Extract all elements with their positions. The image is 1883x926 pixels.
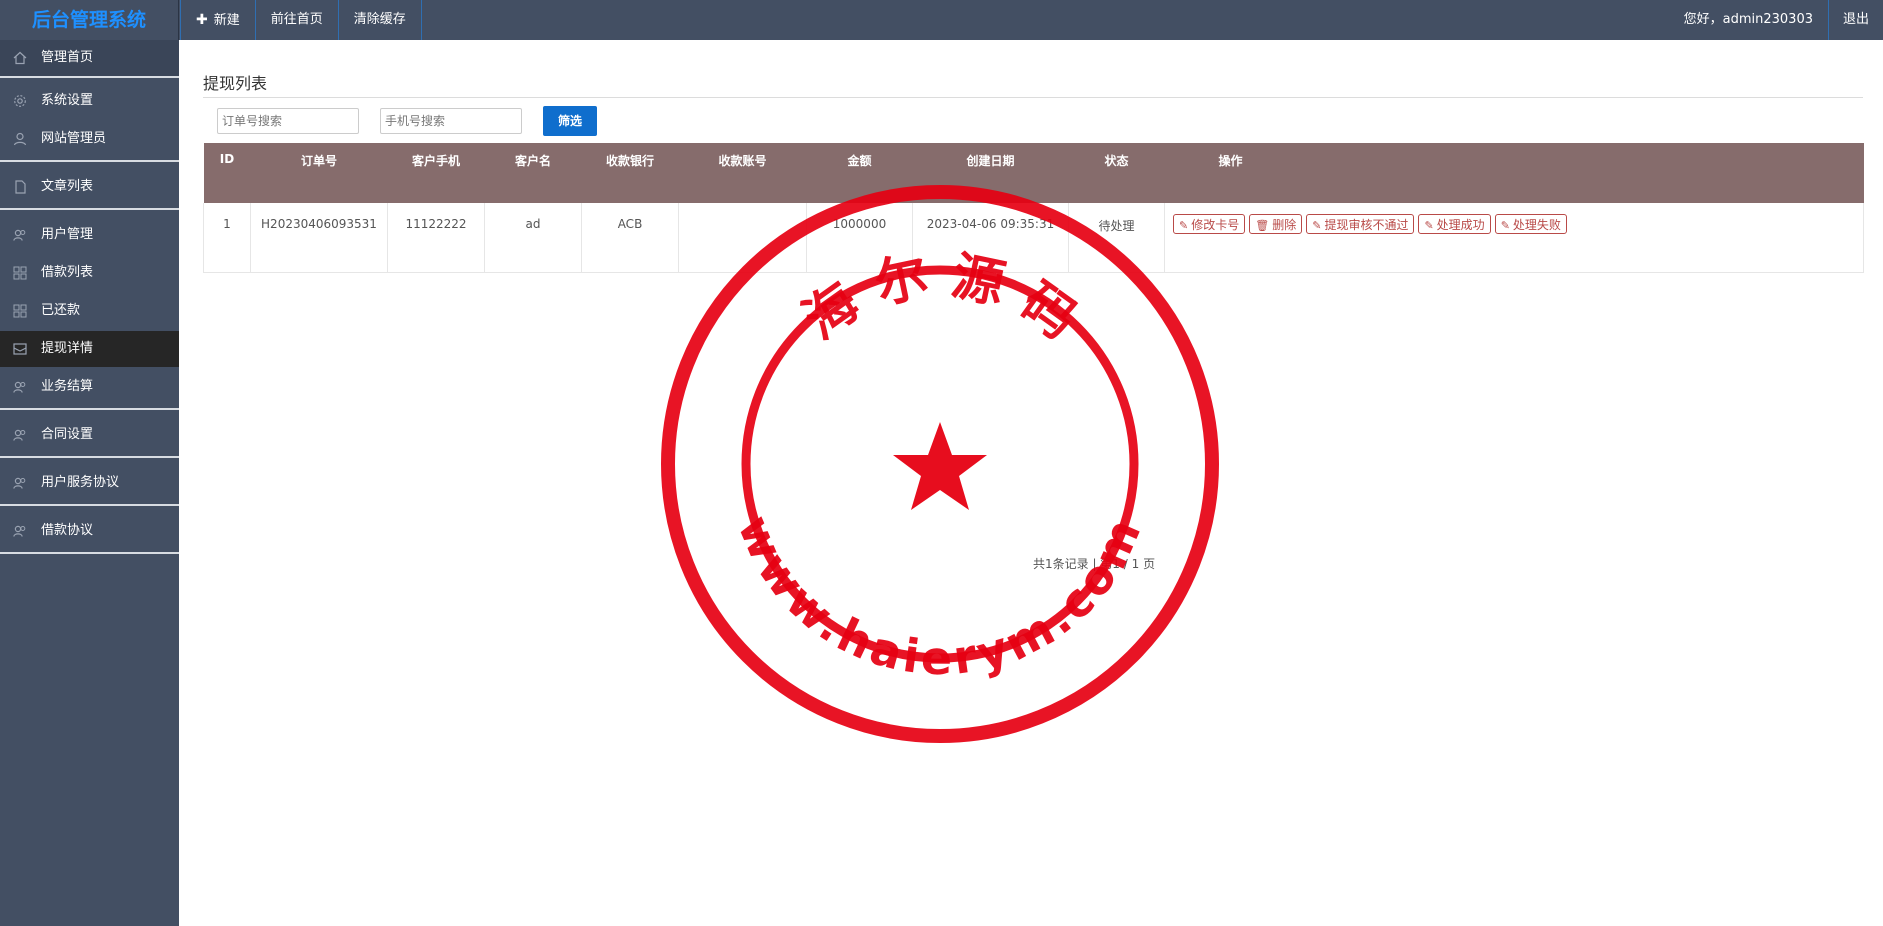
cell-phone: 11122222 [387, 203, 485, 273]
edit-icon: ✎ [1424, 219, 1434, 232]
users-icon [13, 524, 27, 538]
cell-bank: ACB [581, 203, 679, 273]
user-greeting: 您好，admin230303 [1683, 12, 1813, 27]
sidebar-item-loans[interactable]: 借款列表 [0, 255, 179, 291]
sidebar-item-label: 管理首页 [41, 50, 94, 65]
new-button-label: 新建 [213, 13, 240, 28]
pagination-info: 共1条记录 | 第1 / 1 页 [1033, 557, 1156, 571]
mark-success-label: 处理成功 [1436, 218, 1485, 232]
sidebar-item-label: 系统设置 [41, 93, 94, 108]
sidebar-item-articles[interactable]: 文章列表 [0, 169, 179, 205]
column-header-created: 创建日期 [912, 143, 1069, 203]
users-icon [13, 428, 27, 442]
sidebar-item-label: 文章列表 [41, 179, 94, 194]
main-content: 提现列表 筛选 ID 订单号 客户手机 客户名 收款银行 收款账号 金额 创建日… [179, 40, 1883, 926]
sidebar-item-label: 用户管理 [41, 227, 94, 242]
mark-success-button[interactable]: ✎ 处理成功 [1418, 214, 1491, 234]
cell-order-no: H20230406093531 [250, 203, 388, 273]
column-header-status: 状态 [1068, 143, 1165, 203]
sidebar-item-site-admins[interactable]: 网站管理员 [0, 121, 179, 157]
sidebar-divider [0, 408, 179, 410]
column-header-account: 收款账号 [678, 143, 807, 203]
cell-actions: ✎ 修改卡号 🗑 删除 ✎ 提现审核不通过 ✎ 处理成功 ✎ 处理失败 [1164, 203, 1864, 273]
column-header-amount: 金额 [806, 143, 913, 203]
phone-search-input[interactable] [380, 108, 522, 134]
edit-card-label: 修改卡号 [1191, 218, 1240, 232]
sidebar-divider [0, 552, 179, 554]
inbox-icon [13, 342, 27, 356]
sidebar-item-label: 网站管理员 [41, 131, 107, 146]
title-divider [203, 97, 1863, 98]
edit-icon: ✎ [1500, 219, 1510, 232]
trash-icon: 🗑 [1255, 219, 1270, 232]
column-header-id: ID [203, 143, 251, 203]
edit-icon: ✎ [1179, 219, 1189, 232]
cell-status: 待处理 [1068, 203, 1165, 273]
page-title: 提现列表 [203, 74, 268, 93]
top-bar: 后台管理系统 ✚ 新建 前往首页 清除缓存 您好，admin230303 退出 [0, 0, 1883, 40]
column-header-bank: 收款银行 [581, 143, 679, 203]
sidebar-item-repaid[interactable]: 已还款 [0, 293, 179, 329]
cell-name: ad [484, 203, 582, 273]
sidebar-item-label: 借款协议 [41, 523, 94, 538]
sidebar-item-label: 用户服务协议 [41, 475, 120, 490]
sidebar-item-users[interactable]: 用户管理 [0, 217, 179, 253]
sidebar-item-contract[interactable]: 合同设置 [0, 417, 179, 453]
column-header-phone: 客户手机 [387, 143, 485, 203]
delete-label: 删除 [1272, 218, 1297, 232]
sidebar-item-settlement[interactable]: 业务结算 [0, 369, 179, 405]
column-header-name: 客户名 [484, 143, 582, 203]
withdrawal-table: ID 订单号 客户手机 客户名 收款银行 收款账号 金额 创建日期 状态 操作 … [203, 143, 1864, 273]
sidebar-item-user-agreement[interactable]: 用户服务协议 [0, 465, 179, 501]
gear-icon [13, 94, 27, 108]
cell-account [678, 203, 807, 273]
new-button[interactable]: ✚ 新建 [180, 0, 256, 40]
order-search-input[interactable] [217, 108, 359, 134]
sidebar-item-loan-agreement[interactable]: 借款协议 [0, 513, 179, 549]
clear-cache-button[interactable]: 清除缓存 [339, 0, 422, 40]
sidebar-item-label: 合同设置 [41, 427, 94, 442]
logout-button[interactable]: 退出 [1828, 0, 1883, 40]
edit-card-button[interactable]: ✎ 修改卡号 [1173, 214, 1246, 234]
delete-button[interactable]: 🗑 删除 [1249, 214, 1303, 234]
sidebar-divider [0, 76, 179, 78]
edit-icon: ✎ [1312, 219, 1322, 232]
filter-button[interactable]: 筛选 [543, 106, 597, 136]
grid-icon [13, 304, 27, 318]
sidebar-divider [0, 208, 179, 210]
mark-failed-label: 处理失败 [1512, 218, 1561, 232]
table-header-row: ID 订单号 客户手机 客户名 收款银行 收款账号 金额 创建日期 状态 操作 [203, 143, 1864, 203]
document-icon [13, 180, 27, 194]
cell-amount: 1000000 [806, 203, 913, 273]
sidebar-item-label: 提现详情 [41, 341, 94, 356]
sidebar-item-system-settings[interactable]: 系统设置 [0, 83, 179, 119]
sidebar-item-withdrawals[interactable]: 提现详情 [0, 331, 179, 367]
user-icon [13, 132, 27, 146]
reject-withdrawal-label: 提现审核不通过 [1324, 218, 1409, 232]
users-icon [13, 228, 27, 242]
sidebar-item-label: 业务结算 [41, 379, 94, 394]
users-icon [13, 380, 27, 394]
sidebar-divider [0, 504, 179, 506]
table-row: 1 H20230406093531 11122222 ad ACB 100000… [203, 203, 1864, 273]
cell-id: 1 [203, 203, 251, 273]
top-nav: ✚ 新建 前往首页 清除缓存 [180, 0, 422, 40]
reject-withdrawal-button[interactable]: ✎ 提现审核不通过 [1306, 214, 1415, 234]
column-header-order-no: 订单号 [250, 143, 388, 203]
sidebar-item-label: 已还款 [41, 303, 81, 318]
plus-icon: ✚ [196, 12, 208, 28]
app-brand[interactable]: 后台管理系统 [0, 0, 179, 40]
grid-icon [13, 266, 27, 280]
column-header-actions: 操作 [1164, 143, 1864, 203]
sidebar-divider [0, 456, 179, 458]
sidebar-item-home[interactable]: 管理首页 [0, 40, 179, 76]
home-icon [13, 51, 27, 65]
sidebar-divider [0, 160, 179, 162]
cell-created: 2023-04-06 09:35:31 [912, 203, 1069, 273]
users-icon [13, 476, 27, 490]
mark-failed-button[interactable]: ✎ 处理失败 [1494, 214, 1567, 234]
goto-home-button[interactable]: 前往首页 [256, 0, 339, 40]
sidebar: 管理首页 系统设置 网站管理员 文章列表 用户管理 借款列表 已还款 提现详情 … [0, 40, 179, 926]
sidebar-item-label: 借款列表 [41, 265, 94, 280]
